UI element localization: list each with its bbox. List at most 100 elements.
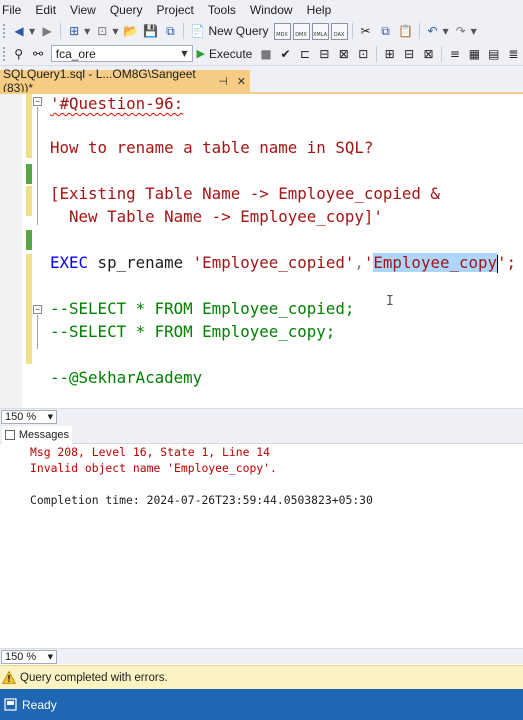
error-message-line: Invalid object name 'Employee_copy'. <box>30 461 277 475</box>
open-folder-icon[interactable]: 📂 <box>121 22 139 40</box>
add-item-dropdown-icon[interactable]: ▼ <box>112 27 118 36</box>
change-marker-unsaved <box>26 94 32 158</box>
dmx-query-icon[interactable]: DMX <box>292 22 310 40</box>
toolbar-separator <box>418 23 420 39</box>
messages-icon <box>5 430 15 440</box>
query-designer-icon[interactable]: ⊟ <box>316 45 333 63</box>
code-keyword: EXEC <box>50 253 89 272</box>
code-line: --SELECT * FROM Employee_copied; <box>50 299 355 318</box>
save-icon[interactable]: 💾 <box>141 22 159 40</box>
tab-messages[interactable]: Messages <box>2 426 72 444</box>
add-item-icon[interactable]: ⊡ <box>93 22 111 40</box>
intellisense-icon[interactable]: ⊠ <box>335 45 352 63</box>
fold-toggle-icon[interactable]: − <box>33 305 42 314</box>
code-line: --SELECT * FROM Employee_copy; <box>50 322 336 341</box>
ready-icon <box>4 698 17 711</box>
menu-tools[interactable]: Tools <box>204 3 246 17</box>
options-icon[interactable]: ⊡ <box>355 45 372 63</box>
status-bar: Ready <box>0 689 523 720</box>
results-zoom-bar: 150 % ▼ <box>0 648 523 664</box>
menu-view[interactable]: View <box>66 3 106 17</box>
mdx-query-icon[interactable]: MDX <box>273 22 291 40</box>
new-project-dropdown-icon[interactable]: ▼ <box>84 27 90 36</box>
menu-edit[interactable]: Edit <box>31 3 66 17</box>
back-icon[interactable]: ◀ <box>10 22 28 40</box>
results-tab-strip: Messages <box>0 424 523 444</box>
code-line: --@SekharAcademy <box>50 368 203 387</box>
new-project-icon[interactable]: ⊞ <box>65 22 83 40</box>
menu-project[interactable]: Project <box>153 3 204 17</box>
code-string-end: '; <box>497 253 517 272</box>
toolbar-separator <box>375 45 377 62</box>
results-to-grid-icon[interactable]: ▦ <box>466 45 483 63</box>
menu-window[interactable]: Window <box>246 3 303 17</box>
code-comma: , <box>354 253 364 272</box>
editor-zoom-bar: 150 % ▼ <box>0 408 523 424</box>
error-message-line: Msg 208, Level 16, State 1, Line 14 <box>30 445 271 459</box>
selected-text[interactable]: Employee_copy <box>373 253 498 272</box>
tab-messages-label: Messages <box>18 429 69 441</box>
redo-icon[interactable]: ↷ <box>452 22 470 40</box>
client-stats-icon[interactable]: ⊠ <box>420 45 437 63</box>
comment-out-icon[interactable]: ≣ <box>505 45 522 63</box>
display-plan-icon[interactable]: ⊏ <box>296 45 313 63</box>
menu-help[interactable]: Help <box>303 3 342 17</box>
code-line-exec: EXEC sp_rename 'Employee_copied','Employ… <box>50 253 516 273</box>
chevron-down-icon: ▼ <box>47 652 53 661</box>
editor-zoom-select[interactable]: 150 % ▼ <box>1 409 57 424</box>
fold-toggle-icon[interactable]: − <box>33 97 42 106</box>
toolbar-separator <box>183 23 185 39</box>
toolbar-grip[interactable] <box>2 45 6 62</box>
execute-label: Execute <box>208 46 253 61</box>
results-to-file-icon[interactable]: ▤ <box>485 45 502 63</box>
dax-query-icon[interactable]: DAX <box>330 22 348 40</box>
toolbar-grip[interactable] <box>2 23 6 39</box>
available-databases-select[interactable]: fca_ore ▼ <box>50 45 193 62</box>
close-icon[interactable]: ✕ <box>237 75 246 88</box>
toolbar-separator <box>60 23 62 39</box>
change-marker-saved <box>26 164 32 184</box>
query-status-text: Query completed with errors. <box>20 671 168 684</box>
code-line: How to rename a table name in SQL? <box>50 138 374 157</box>
completion-time: Completion time: 2024-07-26T23:59:44.050… <box>30 493 373 507</box>
redo-dropdown-icon[interactable]: ▼ <box>471 27 477 36</box>
code-string: '#Question-96: <box>50 94 184 113</box>
undo-dropdown-icon[interactable]: ▼ <box>443 27 449 36</box>
menu-query[interactable]: Query <box>106 3 153 17</box>
connect-icon[interactable]: ⚲ <box>10 45 27 63</box>
forward-icon[interactable]: ▶ <box>38 22 56 40</box>
live-stats-icon[interactable]: ⊟ <box>400 45 417 63</box>
query-status-bar: Query completed with errors. <box>0 665 523 689</box>
fold-guide <box>37 107 38 225</box>
database-name: fca_ore <box>55 46 96 61</box>
change-connection-icon[interactable]: ⚯ <box>29 45 46 63</box>
paste-icon[interactable]: 📋 <box>397 22 415 40</box>
results-zoom-select[interactable]: 150 % ▼ <box>1 649 57 664</box>
xmla-query-icon[interactable]: XMLA <box>311 22 329 40</box>
results-to-text-icon[interactable]: ≡ <box>446 45 463 63</box>
execute-button[interactable]: ▶ Execute <box>197 47 253 61</box>
toolbar-separator <box>441 45 443 62</box>
undo-icon[interactable]: ↶ <box>424 22 442 40</box>
copy-icon[interactable]: ⧉ <box>377 22 395 40</box>
new-query-button[interactable]: New Query <box>208 24 268 38</box>
menu-file[interactable]: File <box>0 3 31 17</box>
zoom-value: 150 % <box>5 650 37 663</box>
cut-icon[interactable]: ✂ <box>357 22 375 40</box>
editor-margin <box>0 94 22 408</box>
include-plan-icon[interactable]: ⊞ <box>381 45 398 63</box>
back-dropdown-icon[interactable]: ▼ <box>29 27 35 36</box>
save-all-icon[interactable]: ⧉ <box>161 22 179 40</box>
stop-icon[interactable]: ■ <box>257 45 274 63</box>
code-line: New Table Name -> Employee_copy]' <box>50 207 383 226</box>
query-editor[interactable]: − − '#Question-96: How to rename a table… <box>0 94 523 408</box>
tab-sqlquery1[interactable]: SQLQuery1.sql - L...OM8G\Sangeet (83))* … <box>0 67 250 95</box>
change-marker-saved <box>26 230 32 250</box>
change-marker-unsaved <box>26 254 32 364</box>
messages-pane[interactable]: Msg 208, Level 16, State 1, Line 14 Inva… <box>0 444 523 648</box>
ibeam-cursor-icon: I <box>386 294 394 309</box>
parse-check-icon[interactable]: ✔ <box>277 45 294 63</box>
pin-icon[interactable]: ⊣ <box>218 75 228 88</box>
change-marker-unsaved <box>26 186 32 216</box>
new-query-icon[interactable]: 📄 <box>188 22 206 40</box>
